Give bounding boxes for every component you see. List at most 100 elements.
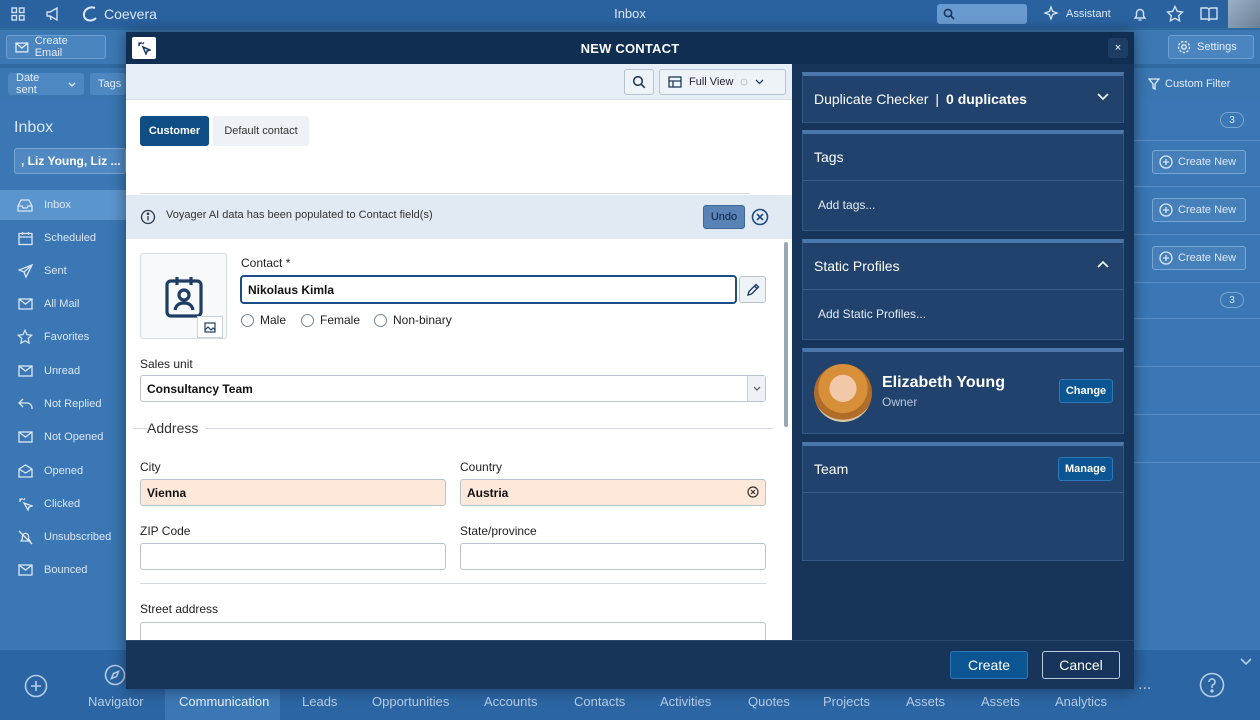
undo-button[interactable]: Undo: [703, 205, 745, 229]
folder-sent[interactable]: Sent: [0, 256, 126, 286]
form-toolbar: Full View: [126, 64, 792, 100]
folder-clicked[interactable]: Clicked: [0, 489, 126, 519]
nav-quotes[interactable]: Quotes: [748, 694, 790, 709]
custom-filter-button[interactable]: Custom Filter: [1140, 73, 1254, 95]
plus-circle-icon: [1159, 251, 1173, 265]
nav-projects[interactable]: Projects: [823, 694, 870, 709]
recipient-search-field[interactable]: , Liz Young, Liz ...: [14, 148, 126, 174]
bell-icon[interactable]: [1131, 5, 1149, 23]
upload-image-icon[interactable]: [197, 316, 223, 338]
folder-label: Unread: [44, 365, 81, 377]
city-label: City: [140, 460, 161, 474]
folder-not-opened[interactable]: Not Opened: [0, 422, 126, 452]
create-button[interactable]: Create: [950, 651, 1028, 679]
team-title: Team: [814, 461, 849, 477]
team-card: Team Manage: [802, 442, 1124, 561]
plus-circle-icon: [1159, 203, 1173, 217]
chevron-down-icon[interactable]: [747, 376, 765, 401]
ai-info-banner: Voyager AI data has been populated to Co…: [126, 195, 792, 239]
nav-accounts[interactable]: Accounts: [484, 694, 537, 709]
zip-input[interactable]: [140, 543, 446, 570]
contact-form: Full View Customer Default contact Voyag…: [126, 64, 792, 640]
reply-icon: [16, 395, 34, 413]
folder-inbox[interactable]: Inbox: [0, 190, 126, 220]
duplicate-checker-header[interactable]: Duplicate Checker | 0 duplicates: [803, 76, 1123, 122]
add-tags-input[interactable]: Add tags...: [803, 181, 1123, 228]
create-new-button[interactable]: Create New: [1152, 198, 1246, 222]
help-icon[interactable]: [1199, 672, 1225, 698]
tags-filter-label: Tags: [98, 78, 122, 90]
chevron-down-icon[interactable]: [1240, 658, 1252, 666]
nav-activities[interactable]: Activities: [660, 694, 711, 709]
contact-name-input[interactable]: Nikolaus Kimla: [241, 276, 736, 303]
close-button[interactable]: ×: [1108, 38, 1128, 58]
mail-open-icon: [16, 462, 34, 480]
clear-country-icon[interactable]: [747, 486, 759, 498]
gender-female-radio[interactable]: Female: [301, 313, 360, 327]
apps-grid-icon[interactable]: [9, 5, 27, 23]
folder-opened[interactable]: Opened: [0, 456, 126, 486]
header-separator: |: [935, 91, 940, 107]
date-sent-filter[interactable]: Date sent: [8, 72, 84, 96]
add-icon[interactable]: [24, 674, 48, 698]
static-profiles-header[interactable]: Static Profiles: [803, 243, 1123, 289]
tab-customer[interactable]: Customer: [140, 116, 209, 146]
nav-communication[interactable]: Communication: [179, 694, 269, 709]
create-new-button[interactable]: Create New: [1152, 150, 1246, 174]
state-input[interactable]: [460, 543, 766, 570]
nav-navigator[interactable]: Navigator: [88, 694, 144, 709]
nav-assets-2[interactable]: Assets: [981, 694, 1020, 709]
folder-all-mail[interactable]: All Mail: [0, 289, 126, 319]
app-logo[interactable]: Coevera: [80, 5, 157, 23]
gender-non-binary-radio[interactable]: Non-binary: [374, 313, 452, 327]
star-icon[interactable]: [1166, 5, 1184, 23]
country-input[interactable]: Austria: [460, 479, 766, 506]
form-search-button[interactable]: [624, 69, 654, 95]
more-menu[interactable]: ...: [1138, 676, 1151, 694]
tab-default-contact[interactable]: Default contact: [213, 116, 309, 146]
settings-button[interactable]: Settings: [1168, 35, 1254, 59]
nav-analytics[interactable]: Analytics: [1055, 694, 1107, 709]
nav-contacts[interactable]: Contacts: [574, 694, 625, 709]
mail-icon: [16, 295, 34, 313]
create-new-button[interactable]: Create New: [1152, 246, 1246, 270]
gender-label: Female: [320, 313, 361, 327]
dismiss-banner-icon[interactable]: [751, 208, 769, 226]
folder-not-replied[interactable]: Not Replied: [0, 389, 126, 419]
team-header: Team Manage: [803, 446, 1123, 492]
nav-leads[interactable]: Leads: [302, 694, 337, 709]
owner-card: Elizabeth Young Owner Change: [802, 348, 1124, 434]
folder-label: Bounced: [44, 564, 88, 576]
manage-team-button[interactable]: Manage: [1058, 457, 1113, 481]
folder-unread[interactable]: Unread: [0, 356, 126, 386]
folder-scheduled[interactable]: Scheduled: [0, 223, 126, 253]
form-scrollbar[interactable]: [784, 242, 788, 427]
compass-icon[interactable]: [104, 664, 126, 686]
tags-filter[interactable]: Tags: [90, 73, 126, 95]
street-label: Street address: [140, 602, 219, 616]
view-mode-select[interactable]: Full View: [659, 69, 786, 95]
city-input[interactable]: Vienna: [140, 479, 446, 506]
street-address-input[interactable]: [140, 622, 766, 640]
nav-assets[interactable]: Assets: [906, 694, 945, 709]
contact-photo-placeholder[interactable]: [140, 253, 227, 339]
add-static-profiles-input[interactable]: Add Static Profiles...: [803, 290, 1123, 337]
edit-name-button[interactable]: [739, 276, 766, 303]
assistant-button[interactable]: Assistant: [1042, 5, 1111, 23]
sales-unit-select[interactable]: Consultancy Team: [140, 375, 766, 402]
change-owner-button[interactable]: Change: [1059, 379, 1113, 403]
folder-unsubscribed[interactable]: Unsubscribed: [0, 522, 126, 552]
megaphone-icon[interactable]: [44, 5, 62, 23]
folder-bounced[interactable]: Bounced: [0, 555, 126, 585]
book-icon[interactable]: [1200, 5, 1218, 23]
duplicate-checker-card[interactable]: Duplicate Checker | 0 duplicates: [802, 72, 1124, 123]
create-new-label: Create New: [1178, 204, 1237, 216]
user-avatar[interactable]: [1228, 0, 1260, 28]
gender-male-radio[interactable]: Male: [241, 313, 286, 327]
global-search-input[interactable]: [937, 4, 1027, 24]
create-email-button[interactable]: Create Email: [6, 35, 106, 59]
send-icon: [16, 262, 34, 280]
nav-opportunities[interactable]: Opportunities: [372, 694, 449, 709]
cancel-button[interactable]: Cancel: [1042, 651, 1120, 679]
folder-favorites[interactable]: Favorites: [0, 322, 126, 352]
